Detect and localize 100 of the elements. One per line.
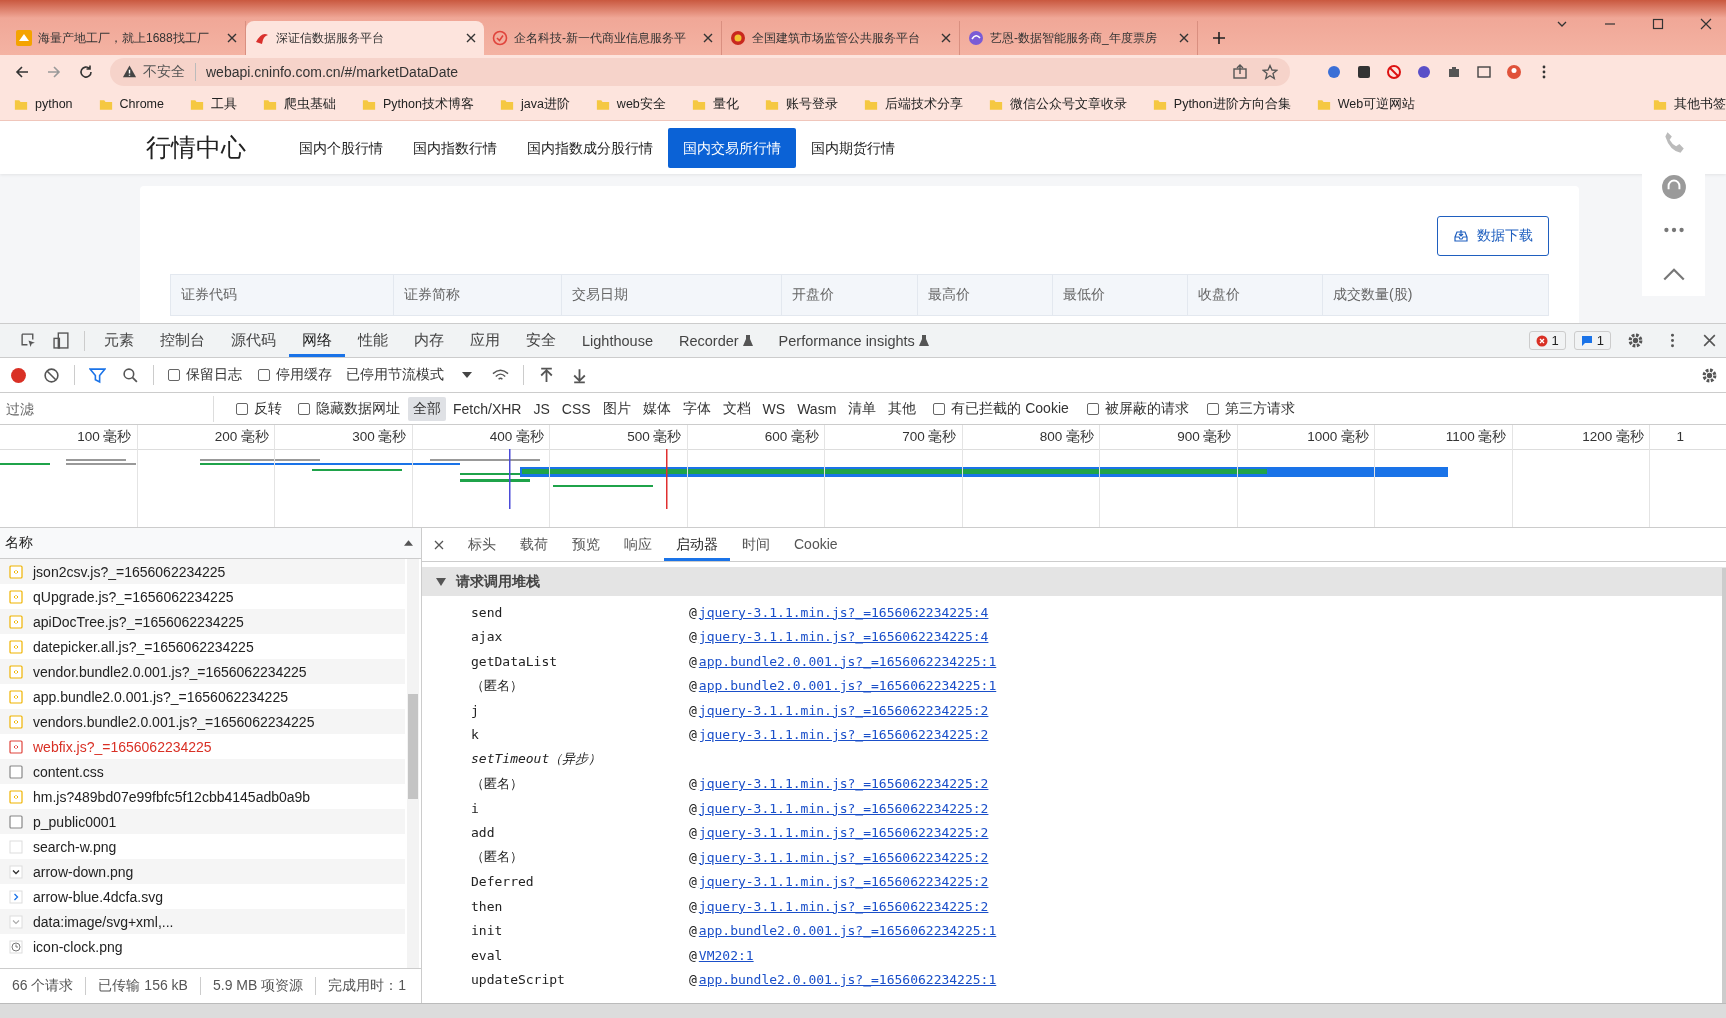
checkbox[interactable]: 保留日志 <box>168 366 242 384</box>
nav-tab[interactable]: 国内期货行情 <box>796 127 910 168</box>
request-row[interactable]: content.css <box>0 759 405 784</box>
close-icon[interactable] <box>1701 332 1718 349</box>
bookmark-folder[interactable]: python <box>14 97 73 111</box>
close-icon[interactable] <box>227 33 237 43</box>
extension-icon[interactable] <box>1416 63 1432 80</box>
headset-icon[interactable] <box>1660 173 1687 200</box>
source-link[interactable]: VM202:1 <box>698 947 754 963</box>
source-link[interactable]: jquery-3.1.1.min.js?_=1656062234225:2 <box>698 898 989 914</box>
clear-icon[interactable] <box>43 366 60 384</box>
bookmark-folder[interactable]: 爬虫基础 <box>263 95 336 113</box>
search-icon[interactable] <box>122 366 139 384</box>
devtools-tab[interactable]: 安全 <box>513 324 569 357</box>
type-filter-button[interactable]: Wasm <box>792 397 842 420</box>
device-icon[interactable] <box>53 332 70 349</box>
checkbox[interactable]: 反转 <box>236 399 282 418</box>
source-link[interactable]: jquery-3.1.1.min.js?_=1656062234225:2 <box>698 727 989 743</box>
source-link[interactable]: jquery-3.1.1.min.js?_=1656062234225:2 <box>698 800 989 816</box>
devtools-tab[interactable]: 网络 <box>289 324 345 357</box>
source-link[interactable]: jquery-3.1.1.min.js?_=1656062234225:4 <box>698 629 989 645</box>
request-row[interactable]: vendor.bundle2.0.001.js?_=1656062234225 <box>0 659 405 684</box>
source-link[interactable]: app.bundle2.0.001.js?_=1656062234225:1 <box>698 972 997 988</box>
type-filter-button[interactable]: Fetch/XHR <box>448 397 527 420</box>
scrollbar[interactable] <box>407 559 419 968</box>
reload-icon[interactable] <box>78 63 94 80</box>
devtools-tab[interactable]: Performance insights <box>765 324 942 357</box>
source-link[interactable]: jquery-3.1.1.min.js?_=1656062234225:4 <box>698 604 989 620</box>
block-icon[interactable] <box>1386 63 1402 80</box>
devtools-tab[interactable]: 内存 <box>401 324 457 357</box>
detail-tab[interactable]: 响应 <box>612 528 664 561</box>
close-icon[interactable] <box>466 33 476 43</box>
type-filter-button[interactable]: 字体 <box>677 396 716 421</box>
bookmark-folder[interactable]: Python进阶方向合集 <box>1152 95 1291 113</box>
devtools-tab[interactable]: 源代码 <box>218 324 289 357</box>
maximize-icon[interactable] <box>1652 18 1664 30</box>
bookmark-folder[interactable]: 工具 <box>190 95 237 113</box>
detail-tab[interactable]: 标头 <box>456 528 508 561</box>
detail-tab[interactable]: 启动器 <box>664 528 730 561</box>
bookmark-folder[interactable]: 其他书签 <box>1653 95 1726 113</box>
devtools-tab[interactable]: Recorder <box>665 324 766 357</box>
source-link[interactable]: jquery-3.1.1.min.js?_=1656062234225:2 <box>698 825 989 841</box>
nav-tab[interactable]: 国内指数成分股行情 <box>512 127 668 168</box>
detail-tab[interactable]: 载荷 <box>508 528 560 561</box>
bookmark-folder[interactable]: Web可逆网站 <box>1316 95 1416 113</box>
nav-tab[interactable]: 国内指数行情 <box>398 127 512 168</box>
inspect-icon[interactable] <box>20 332 37 349</box>
section-header[interactable]: 请求调用堆栈 <box>422 567 1726 596</box>
type-filter-button[interactable]: 清单 <box>843 396 882 421</box>
type-filter-button[interactable]: WS <box>757 397 791 420</box>
detail-tab[interactable]: Cookie <box>782 528 850 561</box>
sort-up-icon[interactable] <box>404 540 413 546</box>
request-row[interactable]: arrow-down.png <box>0 859 405 884</box>
share-icon[interactable] <box>1232 63 1248 80</box>
checkbox[interactable]: 第三方请求 <box>1206 399 1295 418</box>
avatar-icon[interactable] <box>1506 63 1522 80</box>
record-icon[interactable] <box>10 366 27 384</box>
close-icon[interactable] <box>703 33 713 43</box>
window-icon[interactable] <box>1476 63 1492 80</box>
checkbox[interactable]: 隐藏数据网址 <box>298 399 400 418</box>
filter-icon[interactable] <box>89 366 106 384</box>
browser-tab[interactable]: 深证信数据服务平台 <box>246 21 484 55</box>
checkbox[interactable]: 停用缓存 <box>258 366 332 384</box>
address-bar[interactable]: 不安全 webapi.cninfo.com.cn/#/marketDataDate <box>110 57 1290 86</box>
settings-icon[interactable] <box>1627 332 1644 349</box>
bookmark-folder[interactable]: 量化 <box>691 95 739 113</box>
request-row[interactable]: vendors.bundle2.0.001.js?_=1656062234225 <box>0 709 405 734</box>
source-link[interactable]: app.bundle2.0.001.js?_=1656062234225:1 <box>698 678 997 694</box>
throttling-dropdown[interactable]: 已停用节流模式 <box>346 366 472 384</box>
type-filter-button[interactable]: 图片 <box>597 396 636 421</box>
star-icon[interactable] <box>1262 63 1278 80</box>
request-row[interactable]: data:image/svg+xml,... <box>0 909 405 934</box>
message-count-badge[interactable]: 1 <box>1573 331 1611 350</box>
source-link[interactable]: jquery-3.1.1.min.js?_=1656062234225:2 <box>698 874 989 890</box>
download-icon[interactable] <box>571 366 588 384</box>
bookmark-folder[interactable]: web安全 <box>595 95 666 113</box>
type-filter-button[interactable]: 文档 <box>717 396 756 421</box>
source-link[interactable]: app.bundle2.0.001.js?_=1656062234225:1 <box>698 653 997 669</box>
bookmark-folder[interactable]: java进阶 <box>499 95 570 113</box>
request-row[interactable]: json2csv.js?_=1656062234225 <box>0 559 405 584</box>
source-link[interactable]: jquery-3.1.1.min.js?_=1656062234225:2 <box>698 849 989 865</box>
close-icon[interactable] <box>941 33 951 43</box>
bookmark-folder[interactable]: Chrome <box>98 97 164 111</box>
devtools-tab[interactable]: 控制台 <box>147 324 218 357</box>
checkbox[interactable]: 有已拦截的 Cookie <box>933 399 1069 418</box>
source-link[interactable]: jquery-3.1.1.min.js?_=1656062234225:2 <box>698 776 989 792</box>
request-row[interactable]: apiDocTree.js?_=1656062234225 <box>0 609 405 634</box>
detail-tab[interactable]: 预览 <box>560 528 612 561</box>
settings-icon[interactable] <box>1701 366 1718 384</box>
devtools-tab[interactable]: 性能 <box>345 324 401 357</box>
devtools-tab[interactable]: Lighthouse <box>569 324 666 357</box>
upload-icon[interactable] <box>538 366 555 384</box>
detail-tab[interactable]: 时间 <box>730 528 782 561</box>
extension-icon[interactable] <box>1356 63 1372 80</box>
nav-tab[interactable]: 国内个股行情 <box>284 127 398 168</box>
error-count-badge[interactable]: 1 <box>1528 331 1566 350</box>
bookmark-folder[interactable]: 后端技术分享 <box>863 95 963 113</box>
plus-icon[interactable] <box>1212 31 1226 45</box>
source-link[interactable]: app.bundle2.0.001.js?_=1656062234225:1 <box>698 923 997 939</box>
bookmark-folder[interactable]: 账号登录 <box>764 95 838 113</box>
